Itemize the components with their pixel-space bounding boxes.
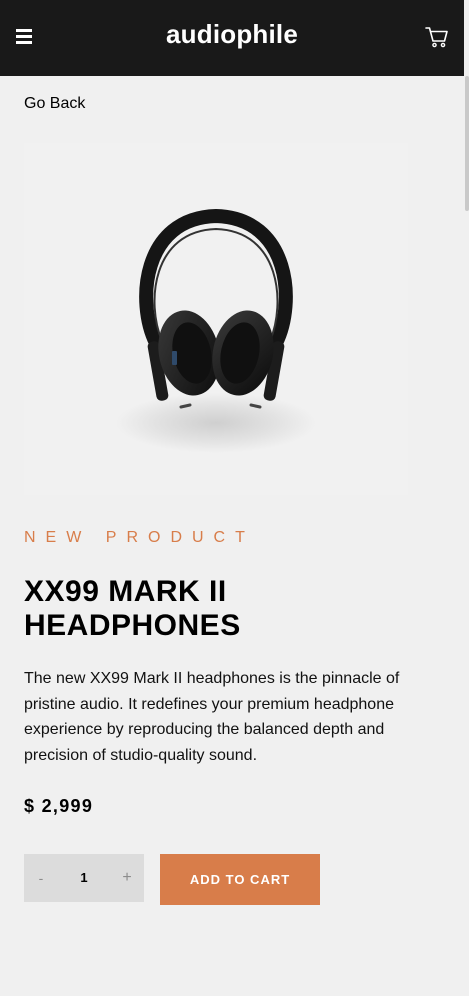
quantity-value: 1 xyxy=(80,870,88,885)
logo[interactable]: audiophile xyxy=(0,19,464,50)
product-title: XX99 MARK II HEADPHONES xyxy=(24,575,424,643)
product-price: $ 2,999 xyxy=(24,796,94,816)
site-header: audiophile xyxy=(0,0,464,76)
product-image xyxy=(24,143,408,495)
product-description: The new XX99 Mark II headphones is the p… xyxy=(24,670,400,764)
add-to-cart-button[interactable]: ADD TO CART xyxy=(160,854,320,905)
headphones-image xyxy=(116,208,316,453)
product-title-line1: XX99 MARK II xyxy=(24,575,227,608)
new-product-overline: NEW PRODUCT xyxy=(24,529,255,546)
go-back-link[interactable]: Go Back xyxy=(24,95,85,113)
quantity-stepper: - 1 + xyxy=(24,854,144,902)
increase-quantity-button[interactable]: + xyxy=(110,854,144,902)
decrease-quantity-button[interactable]: - xyxy=(24,854,58,902)
scrollbar-thumb[interactable] xyxy=(465,76,469,211)
cart-icon[interactable] xyxy=(425,26,448,48)
product-title-line2: HEADPHONES xyxy=(24,609,241,642)
